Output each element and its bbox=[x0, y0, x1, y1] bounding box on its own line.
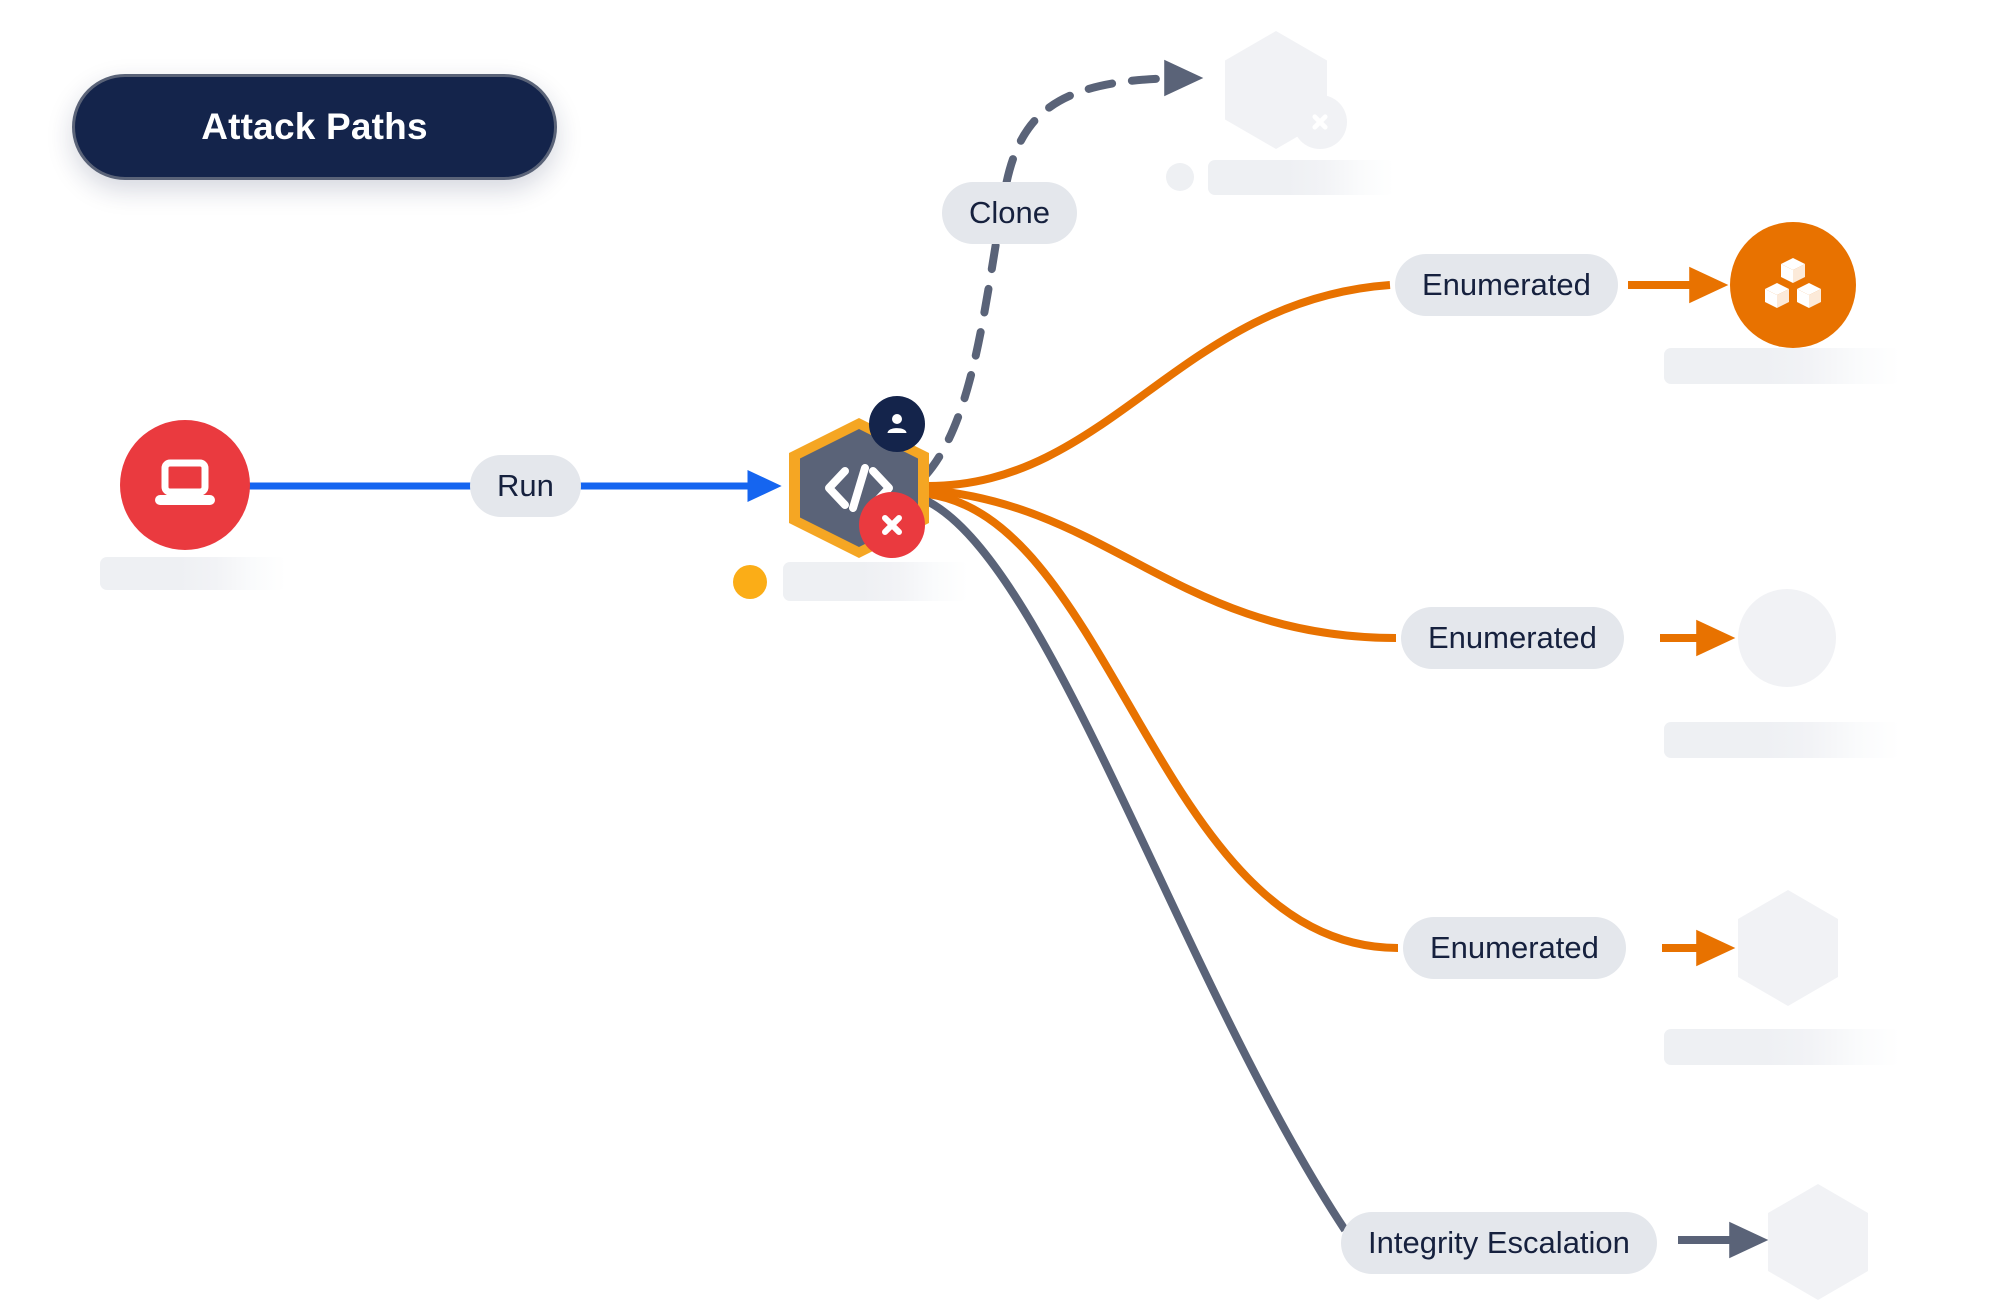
edge-enumerated-3[interactable] bbox=[927, 490, 1736, 967]
page-title: Attack Paths bbox=[201, 106, 428, 147]
edge-label-enumerated-1[interactable]: Enumerated bbox=[1395, 254, 1618, 316]
edge-label-enumerated-2-text: Enumerated bbox=[1428, 620, 1597, 655]
node-escalation-target[interactable] bbox=[1768, 1184, 1868, 1300]
node-enumerated-circle-target-label-placeholder bbox=[1664, 722, 1900, 758]
user-icon bbox=[887, 414, 907, 433]
edge-enumerated-1[interactable] bbox=[927, 266, 1729, 490]
laptop-icon bbox=[155, 459, 215, 505]
node-enumerated-hex-target-label-placeholder bbox=[1664, 1029, 1900, 1065]
edge-clone[interactable] bbox=[921, 59, 1204, 480]
edge-label-enumerated-3-text: Enumerated bbox=[1430, 930, 1599, 965]
edge-label-enumerated-3[interactable]: Enumerated bbox=[1403, 917, 1626, 979]
node-enumerated-circle-target[interactable] bbox=[1738, 589, 1836, 687]
node-code-process-status-dot bbox=[733, 565, 767, 599]
edge-label-run[interactable]: Run bbox=[470, 455, 581, 517]
node-source-host-label-placeholder bbox=[100, 557, 286, 590]
page-title-badge: Attack Paths bbox=[72, 74, 557, 180]
edge-integrity-escalation[interactable] bbox=[923, 496, 1769, 1259]
node-code-process-error-badge[interactable] bbox=[859, 492, 925, 558]
edge-label-clone[interactable]: Clone bbox=[942, 182, 1077, 244]
edge-label-integrity-escalation[interactable]: Integrity Escalation bbox=[1341, 1212, 1657, 1274]
attack-paths-graph-canvas: Attack Paths Run Clone Enumerated Enumer… bbox=[0, 0, 2000, 1300]
edge-label-clone-text: Clone bbox=[969, 195, 1050, 230]
node-enumerated-hex-target[interactable] bbox=[1738, 890, 1838, 1006]
node-cloned-target-error-badge[interactable] bbox=[1293, 95, 1347, 149]
edge-label-integrity-escalation-text: Integrity Escalation bbox=[1368, 1225, 1630, 1260]
node-code-process-label-placeholder bbox=[783, 562, 968, 601]
node-cloned-target-label-placeholder bbox=[1208, 160, 1394, 195]
edge-label-enumerated-1-text: Enumerated bbox=[1422, 267, 1591, 302]
edge-label-enumerated-2[interactable]: Enumerated bbox=[1401, 607, 1624, 669]
cubes-icon bbox=[1765, 258, 1821, 308]
node-bucket-store[interactable] bbox=[1730, 222, 1856, 348]
node-source-host[interactable] bbox=[120, 420, 250, 550]
node-bucket-store-label-placeholder bbox=[1664, 348, 1900, 384]
node-code-process-user-badge[interactable] bbox=[869, 396, 925, 452]
node-cloned-target-status-dot bbox=[1166, 163, 1194, 191]
edge-label-run-text: Run bbox=[497, 468, 554, 503]
close-x-icon bbox=[882, 515, 902, 535]
close-x-icon bbox=[1312, 114, 1328, 130]
